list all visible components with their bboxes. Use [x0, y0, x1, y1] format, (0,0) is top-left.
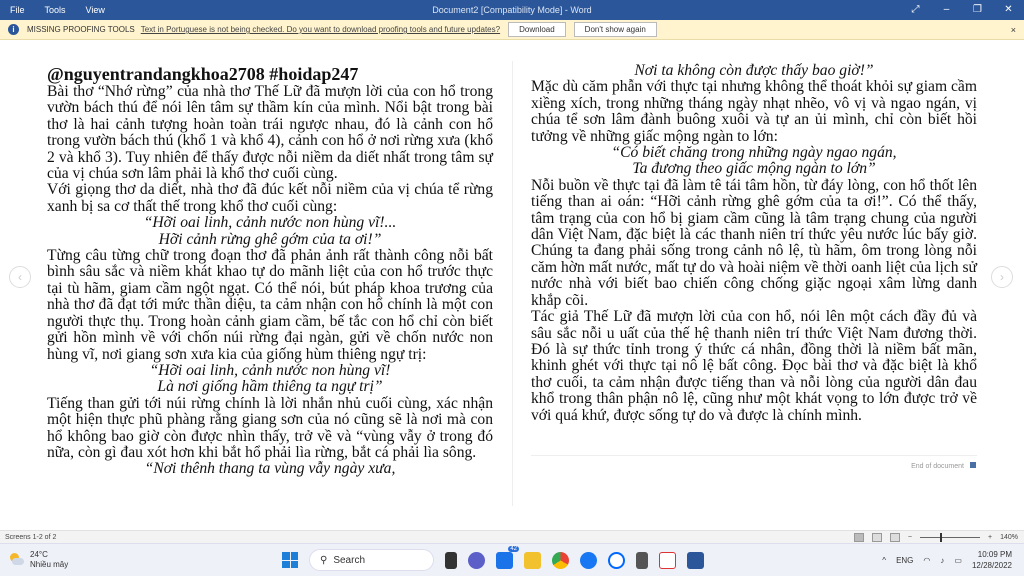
- paragraph: Tiếng than gửi tới núi rừng chính là lời…: [47, 394, 493, 461]
- search-label: Search: [333, 554, 366, 566]
- zoom-out-button[interactable]: −: [908, 534, 912, 541]
- status-bar: Screens 1-2 of 2 − + 140%: [0, 530, 1024, 543]
- paragraph: Nỗi buồn về thực tại đã làm tê tái tâm h…: [531, 176, 977, 309]
- restore-button[interactable]: ❐: [962, 0, 993, 20]
- close-button[interactable]: ✕: [993, 0, 1024, 20]
- menu-file[interactable]: File: [0, 5, 35, 15]
- search-icon: ⚲: [320, 554, 328, 566]
- paragraph: Bài thơ “Nhớ rừng” của nhà thơ Thế Lữ đã…: [47, 83, 493, 183]
- web-layout-icon[interactable]: [889, 532, 900, 542]
- poem-line: Là nơi giống hầm thiêng ta ngự trị”: [157, 378, 383, 396]
- word-icon[interactable]: [687, 551, 704, 569]
- paragraph: Từng câu từng chữ trong đoạn thơ đã phản…: [47, 247, 493, 363]
- language-indicator[interactable]: ENG: [896, 556, 913, 565]
- taskbar: 24°C Nhiều mây ⚲ Search 42 ^ ENG ◠ ♪ ▭ 10:…: [0, 543, 1024, 576]
- paragraph: Mặc dù căm phẫn với thực tại nhưng không…: [531, 78, 977, 145]
- end-of-document: End of document: [911, 462, 976, 470]
- facebook-icon[interactable]: [580, 551, 597, 569]
- minimize-button[interactable]: –: [931, 0, 962, 20]
- title-bar: File Tools View Document2 [Compatibility…: [0, 0, 1024, 20]
- right-page[interactable]: Nơi ta không còn được thấy bao giờ!” Mặc…: [531, 62, 977, 424]
- poem-line: Hỡi cảnh rừng ghê gớm của ta ơi!”: [158, 230, 382, 248]
- temperature: 24°C: [30, 550, 48, 559]
- read-mode-icon[interactable]: [853, 532, 864, 542]
- download-button[interactable]: Download: [508, 22, 566, 37]
- end-marker-icon: [970, 462, 976, 468]
- message-link[interactable]: Text in Portuguese is not being checked.…: [141, 25, 500, 34]
- end-divider: [531, 455, 977, 456]
- close-icon[interactable]: ×: [1011, 25, 1016, 35]
- search-box[interactable]: ⚲ Search: [309, 549, 434, 571]
- weather-text: Nhiều mây: [30, 560, 69, 569]
- clock[interactable]: 10:09 PM 12/28/2022: [972, 549, 1012, 571]
- poem-line: “Hỡi oai linh, cảnh nước non hùng vĩ!: [149, 361, 391, 379]
- teams-icon[interactable]: [468, 551, 485, 569]
- poem-line: “Hỡi oai linh, cảnh nước non hùng vĩ!...: [143, 214, 397, 232]
- task-view-icon[interactable]: [445, 551, 457, 569]
- date: 12/28/2022: [971, 561, 1012, 570]
- heading: @nguyentrandangkhoa2708 #hoidap247: [47, 64, 359, 84]
- zoom-level[interactable]: 140%: [1000, 534, 1018, 541]
- zalo-icon[interactable]: [608, 551, 625, 569]
- paragraph: Với giọng thơ da diết, nhà thơ đã đúc kế…: [47, 181, 493, 215]
- zoom-in-button[interactable]: +: [988, 534, 992, 541]
- info-icon: i: [8, 24, 19, 35]
- zoom-slider[interactable]: [920, 532, 980, 542]
- chevron-up-icon[interactable]: ^: [882, 556, 886, 565]
- file-explorer-icon[interactable]: [524, 551, 541, 569]
- menu-view[interactable]: View: [76, 5, 115, 15]
- poem-line: “Nơi thênh thang ta vùng vẫy ngày xưa,: [144, 460, 396, 478]
- left-page[interactable]: @nguyentrandangkhoa2708 #hoidap247 Bài t…: [47, 64, 493, 478]
- poem-line: “Có biết chăng trong những ngày ngao ngá…: [611, 144, 897, 162]
- document-area[interactable]: ‹ › @nguyentrandangkhoa2708 #hoidap247 B…: [0, 41, 1024, 530]
- page-divider: [512, 61, 513, 506]
- screen-count: Screens 1-2 of 2: [5, 533, 57, 541]
- chrome-icon[interactable]: [552, 551, 569, 569]
- paragraph: Tác giả Thế Lữ đã mượn lời của con hổ, n…: [531, 308, 977, 424]
- next-screen-icon[interactable]: ›: [991, 266, 1013, 288]
- time: 10:09 PM: [977, 550, 1012, 559]
- battery-icon[interactable]: ▭: [954, 556, 962, 565]
- fullscreen-icon[interactable]: ⤢: [900, 0, 931, 20]
- cloudy-icon: [8, 553, 24, 567]
- end-label: End of document: [911, 463, 964, 470]
- previous-screen-icon[interactable]: ‹: [9, 266, 31, 288]
- print-layout-icon[interactable]: [871, 532, 882, 542]
- message-label: MISSING PROOFING TOOLS: [27, 25, 135, 34]
- menu-tools[interactable]: Tools: [35, 5, 76, 15]
- start-icon[interactable]: [282, 552, 298, 568]
- snipping-tool-icon[interactable]: [659, 551, 676, 569]
- window-title: Document2 [Compatibility Mode] - Word: [432, 5, 592, 15]
- wifi-icon[interactable]: ◠: [923, 556, 930, 565]
- mail-icon[interactable]: 42: [496, 545, 519, 569]
- mail-badge: 42: [508, 545, 519, 552]
- message-bar: i MISSING PROOFING TOOLS Text in Portugu…: [0, 20, 1024, 40]
- poem-line: Ta đương theo giấc mộng ngàn to lớn”: [632, 160, 876, 178]
- poem-line: Nơi ta không còn được thấy bao giờ!”: [634, 62, 874, 79]
- dont-show-again-button[interactable]: Don't show again: [573, 22, 657, 37]
- volume-icon[interactable]: ♪: [940, 556, 944, 565]
- weather-widget[interactable]: 24°C Nhiều mây: [8, 550, 68, 570]
- calculator-icon[interactable]: [636, 551, 648, 569]
